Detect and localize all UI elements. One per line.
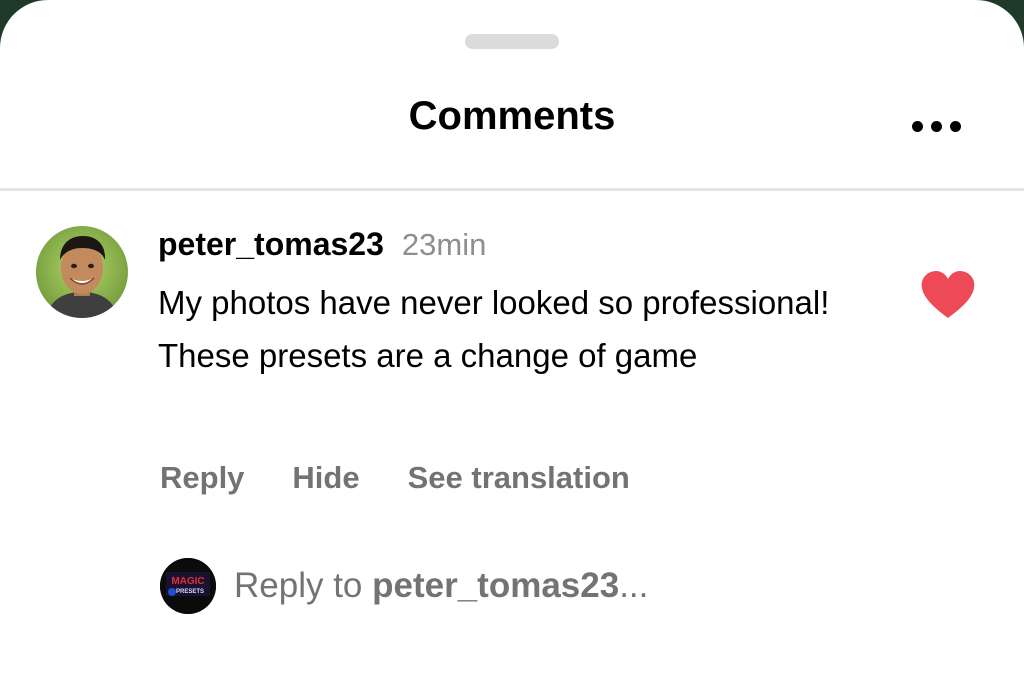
more-horizontal-icon (911, 120, 923, 132)
like-button[interactable] (920, 270, 976, 320)
logo-text-top: MAGIC (171, 576, 204, 587)
comment-timestamp: 23min (401, 227, 487, 262)
logo-text-bottom: PRESETS (176, 589, 204, 595)
avatar-photo (36, 226, 128, 318)
more-horizontal-icon-dot (949, 120, 961, 132)
comment-actions: Reply Hide See translation (160, 460, 630, 496)
more-horizontal-icon-dot (930, 120, 942, 132)
heart-filled-icon (921, 271, 975, 318)
comment-meta: peter_tomas23 23min (158, 226, 486, 266)
commenter-avatar[interactable] (36, 226, 128, 318)
hide-button[interactable]: Hide (292, 460, 359, 496)
more-options-button[interactable] (906, 114, 966, 138)
reply-input[interactable]: Reply to peter_tomas23... (234, 566, 648, 606)
header-divider (0, 188, 1024, 191)
comments-sheet: Comments peter_tomas23 23min My photos h… (0, 0, 1024, 673)
drag-handle[interactable] (465, 34, 559, 49)
magic-presets-logo: MAGIC PRESETS (160, 558, 216, 614)
sheet-title: Comments (408, 94, 616, 138)
current-user-avatar: MAGIC PRESETS (160, 558, 216, 614)
comment-text: My photos have never looked so professio… (158, 284, 830, 374)
see-translation-button[interactable]: See translation (408, 460, 630, 496)
reply-placeholder-prefix: Reply to (234, 566, 373, 605)
reply-placeholder-ellipsis: ... (619, 566, 649, 605)
reply-button[interactable]: Reply (160, 460, 244, 496)
comment-username[interactable]: peter_tomas23 (158, 226, 384, 263)
reply-placeholder-username: peter_tomas23 (372, 566, 620, 605)
reply-input-row[interactable]: MAGIC PRESETS Reply to peter_tomas23... (160, 558, 648, 614)
